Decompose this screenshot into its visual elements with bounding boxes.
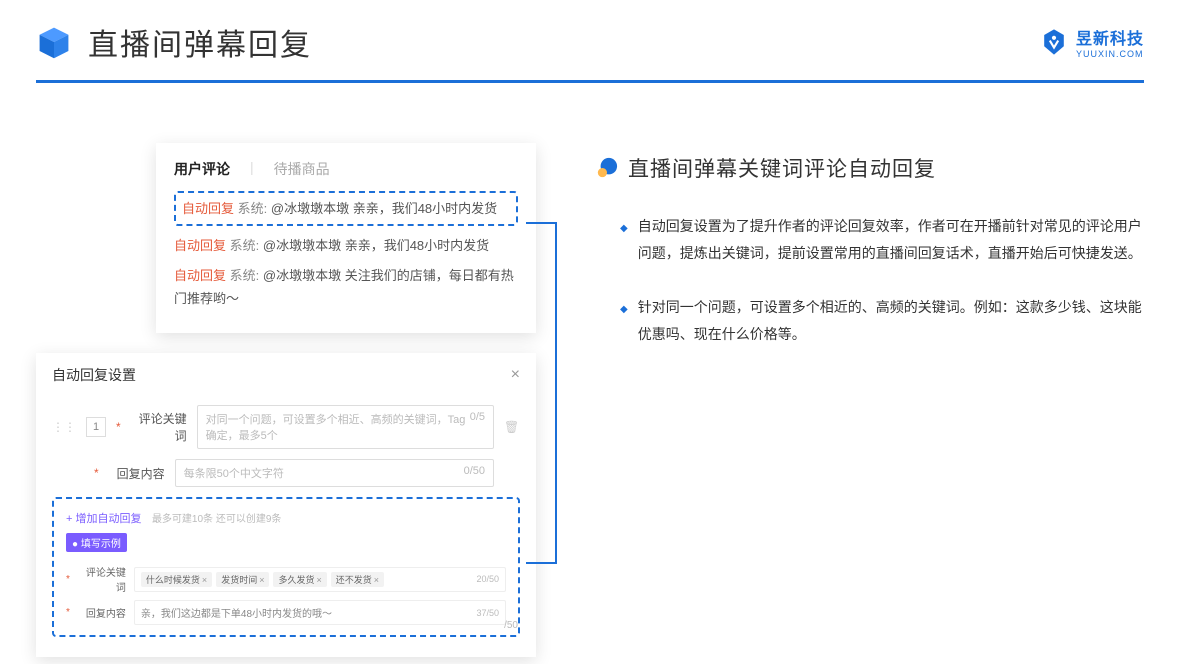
- ex-keyword-label: 评论关键词: [78, 564, 126, 594]
- brand-logo: 昱新科技 YUUXIN.COM: [1040, 25, 1144, 59]
- add-hint: 最多可建10条 还可以创建9条: [152, 514, 281, 525]
- comment-text: @冰墩墩本墩 亲亲，我们48小时内发货: [271, 201, 497, 216]
- keyword-input[interactable]: 对同一个问题，可设置多个相近、高频的关键词，Tag确定，最多5个 0/5: [197, 405, 494, 449]
- keyword-tag[interactable]: 发货时间×: [216, 572, 269, 587]
- keyword-tag[interactable]: 还不发货×: [331, 572, 384, 587]
- tab-divider: |: [250, 159, 254, 179]
- ex-content-input[interactable]: 亲，我们这边都是下单48小时内发货的哦～ 37/50: [134, 600, 506, 625]
- ex-ct-count: 37/50: [476, 608, 499, 618]
- comment-line: 自动回复 系统: @冰墩墩本墩 关注我们的店铺，每日都有热门推荐哟～: [174, 264, 518, 311]
- section-title: 直播间弹幕关键词评论自动回复: [628, 153, 936, 183]
- page-title: 直播间弹幕回复: [88, 20, 312, 64]
- tab-user-comments[interactable]: 用户评论: [174, 159, 230, 179]
- keyword-count: 0/5: [470, 411, 485, 443]
- delete-icon[interactable]: 🗑: [504, 420, 520, 434]
- drag-handle-icon[interactable]: ⋮⋮: [52, 420, 76, 434]
- auto-reply-tag: 自动回复: [182, 201, 234, 216]
- brand-name-cn: 昱新科技: [1076, 25, 1144, 49]
- bullet-item: ◆ 针对同一个问题，可设置多个相近的、高频的关键词。例如：这款多少钱、这块能优惠…: [596, 294, 1144, 347]
- add-auto-reply-link[interactable]: + 增加自动回复: [66, 513, 141, 525]
- bullet-item: ◆ 自动回复设置为了提升作者的评论回复效率，作者可在开播前针对常见的评论用户问题…: [596, 213, 1144, 266]
- keyword-tag[interactable]: 什么时候发货×: [141, 572, 212, 587]
- ex-content-label: 回复内容: [78, 605, 126, 620]
- close-icon[interactable]: ×: [511, 366, 520, 384]
- outer-count: /50: [504, 620, 518, 631]
- keyword-tag[interactable]: 多久发货×: [273, 572, 326, 587]
- diamond-icon: ◆: [620, 219, 628, 266]
- content-input[interactable]: 每条限50个中文字符 0/50: [175, 459, 494, 487]
- comment-card: 用户评论 | 待播商品 自动回复 系统: @冰墩墩本墩 亲亲，我们48小时内发货…: [156, 143, 536, 333]
- highlighted-comment: 自动回复 系统: @冰墩墩本墩 亲亲，我们48小时内发货: [174, 191, 518, 226]
- required-mark: *: [94, 466, 99, 480]
- row-number: 1: [86, 417, 106, 437]
- ex-keyword-input[interactable]: 什么时候发货× 发货时间× 多久发货× 还不发货× 20/50: [134, 567, 506, 592]
- section-icon: [596, 157, 618, 179]
- comment-line: 自动回复 系统: @冰墩墩本墩 亲亲，我们48小时内发货: [174, 234, 518, 257]
- settings-title: 自动回复设置: [52, 365, 136, 385]
- brand-icon: [1040, 28, 1068, 56]
- content-count: 0/50: [464, 465, 485, 481]
- diamond-icon: ◆: [620, 300, 628, 347]
- example-block: + 增加自动回复 最多可建10条 还可以创建9条 ● 填写示例 * 评论关键词 …: [52, 497, 520, 637]
- keyword-label: 评论关键词: [131, 410, 187, 444]
- content-label: 回复内容: [109, 465, 165, 482]
- system-label: 系统:: [238, 201, 268, 216]
- tab-pending-goods[interactable]: 待播商品: [274, 159, 330, 179]
- cube-icon: [36, 24, 72, 60]
- settings-card: 自动回复设置 × ⋮⋮ 1 * 评论关键词 对同一个问题，可设置多个相近、高频的…: [36, 353, 536, 657]
- required-mark: *: [116, 420, 121, 434]
- example-badge: ● 填写示例: [66, 533, 127, 552]
- brand-name-en: YUUXIN.COM: [1076, 49, 1144, 59]
- ex-kw-count: 20/50: [476, 574, 499, 584]
